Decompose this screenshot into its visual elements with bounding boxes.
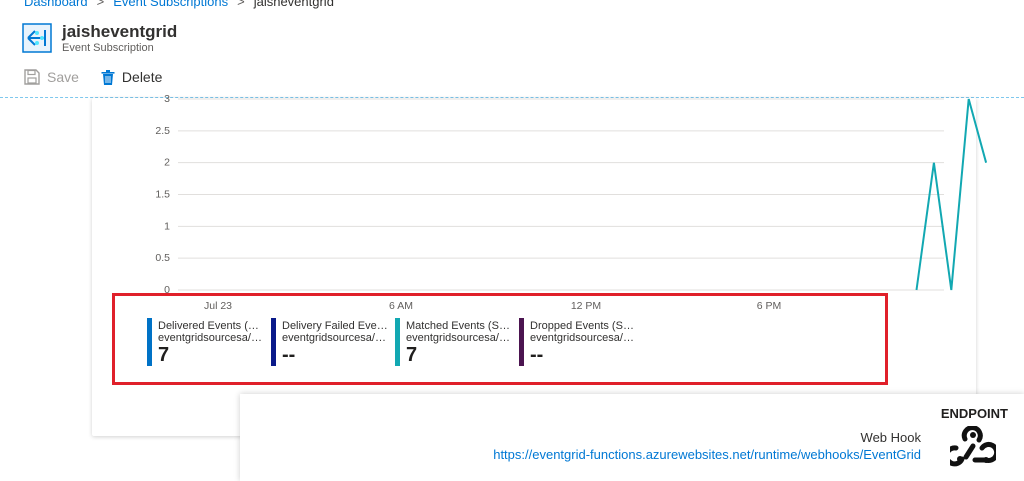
legend-value: 7 [406,344,418,366]
legend-metric-name: Dropped Events (Sum) [530,320,638,332]
legend-resource-name: eventgridsourcesa/mi... [406,332,514,344]
legend-resource-name: eventgridsourcesa/mi... [282,332,390,344]
y-tick-label: 2 [164,157,170,169]
legend-resource-name: eventgridsourcesa/mi... [530,332,638,344]
endpoint-panel: ENDPOINT Web Hook https://eventgrid-func… [240,394,1024,481]
y-tick-label: 1 [164,220,170,232]
y-tick-label: 3 [164,93,170,105]
legend-value: 7 [158,344,170,366]
legend-color-bar [147,318,152,366]
y-tick-label: 0.5 [155,252,170,264]
legend-color-bar [395,318,400,366]
endpoint-title: ENDPOINT [940,406,1008,421]
legend-item[interactable]: Matched Events (Sum) eventgridsourcesa/mi… [395,318,514,366]
endpoint-type: Web Hook [860,430,921,445]
legend-resource-name: eventgridsourcesa/mi... [158,332,266,344]
legend-item[interactable]: Delivered Events (Sum) eventgridsourcesa/… [147,318,266,366]
y-tick-label: 1.5 [155,189,170,201]
legend-color-bar [519,318,524,366]
legend-value: -- [530,344,544,366]
endpoint-url-link[interactable]: https://eventgrid-functions.azurewebsite… [493,447,921,462]
legend-metric-name: Delivery Failed Even... [282,320,390,332]
legend-value: -- [282,344,296,366]
legend-metric-name: Delivered Events (Sum) [158,320,266,332]
legend-metric-name: Matched Events (Sum) [406,320,514,332]
legend-item[interactable]: Dropped Events (Sum) eventgridsourcesa/mi… [519,318,638,366]
y-tick-label: 2.5 [155,125,170,137]
legend-item[interactable]: Delivery Failed Even... eventgridsourcesa… [271,318,390,366]
webhook-icon [950,426,996,467]
metrics-chart: 00.511.522.53Jul 23 6 AM 12 PM 6 PM [155,93,988,312]
legend-color-bar [271,318,276,366]
